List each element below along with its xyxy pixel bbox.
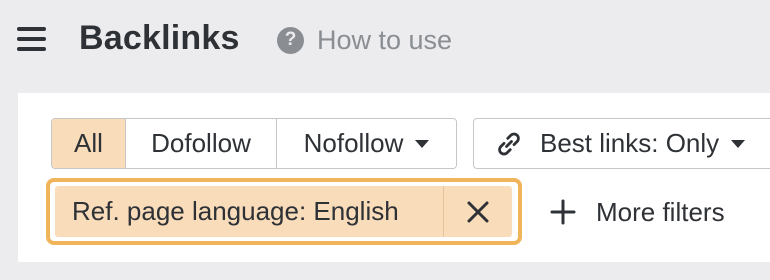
how-to-use-label: How to use bbox=[317, 24, 453, 55]
filter-nofollow-dropdown[interactable]: Nofollow bbox=[276, 119, 456, 168]
filter-all-label: All bbox=[74, 128, 103, 158]
more-filters-button[interactable]: More filters bbox=[550, 192, 725, 232]
remove-filter-button[interactable] bbox=[443, 186, 512, 237]
link-icon bbox=[498, 132, 520, 155]
close-icon bbox=[467, 201, 489, 222]
chevron-down-icon bbox=[731, 139, 746, 148]
how-to-use-link[interactable]: ? How to use bbox=[277, 22, 452, 58]
chevron-down-icon bbox=[415, 139, 430, 148]
more-filters-label: More filters bbox=[596, 196, 725, 227]
page-header: Backlinks ? How to use bbox=[0, 0, 770, 92]
filter-nofollow-label: Nofollow bbox=[303, 128, 404, 158]
active-filter-chip[interactable]: Ref. page language: English bbox=[55, 186, 512, 237]
help-icon: ? bbox=[277, 26, 304, 54]
filter-all-button[interactable]: All bbox=[52, 119, 125, 168]
best-links-dropdown[interactable]: Best links: Only bbox=[473, 118, 770, 169]
plus-icon bbox=[550, 199, 576, 225]
menu-icon[interactable] bbox=[17, 27, 47, 51]
filter-dofollow-button[interactable]: Dofollow bbox=[125, 119, 276, 168]
page-title: Backlinks bbox=[79, 19, 240, 57]
link-type-toggle: All Dofollow Nofollow bbox=[51, 118, 457, 169]
active-filter-label: Ref. page language: English bbox=[72, 196, 399, 226]
best-links-label: Best links: Only bbox=[540, 128, 720, 158]
filter-dofollow-label: Dofollow bbox=[151, 128, 251, 158]
